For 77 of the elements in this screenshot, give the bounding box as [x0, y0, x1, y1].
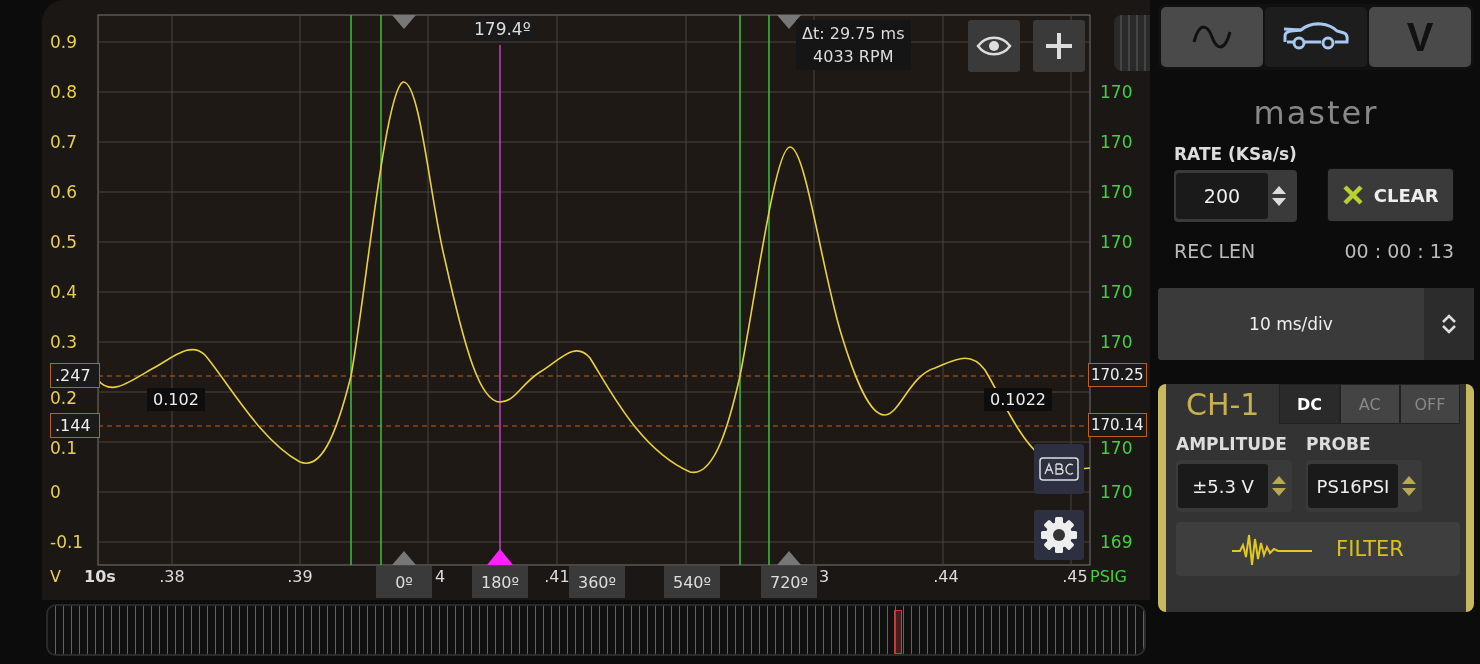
axis-tick-label: 0.1 [50, 438, 79, 458]
rec-len-value: 00 : 00 : 13 [1344, 240, 1454, 262]
axis-tick-label: 170 [1100, 332, 1133, 352]
amplitude-field[interactable]: ±5.3 V [1176, 460, 1292, 512]
drawer-handle[interactable] [1114, 15, 1150, 71]
axis-tick-label: .44 [932, 567, 960, 586]
marker-triangle[interactable] [777, 551, 801, 565]
phase-marker-label[interactable]: 180º [472, 566, 528, 598]
phase-marker-label[interactable]: 540º [664, 566, 720, 598]
axis-tick-label: 170 [1100, 132, 1133, 152]
marker-triangle[interactable] [392, 15, 416, 29]
level-tag[interactable]: 170.14 [1088, 413, 1147, 437]
channel-name: CH-1 [1185, 386, 1260, 422]
clear-button[interactable]: CLEAR [1326, 168, 1454, 222]
axis-tick-label: 0.5 [50, 232, 79, 252]
axis-unit-label: PSIG [1090, 567, 1127, 586]
axis-tick-label: 0.2 [50, 388, 79, 408]
label-button[interactable] [1034, 444, 1084, 494]
spinner-arrows-icon [1442, 313, 1456, 335]
phase-marker-triangle[interactable] [487, 549, 513, 565]
phase-marker-label[interactable]: 720º [761, 566, 817, 598]
axis-tick-label: 170 [1100, 438, 1133, 458]
axis-tick-label: 0.6 [50, 182, 79, 202]
eye-icon [976, 35, 1012, 57]
add-button[interactable] [1033, 20, 1085, 72]
marker-triangle[interactable] [392, 551, 416, 565]
overview-waveform[interactable] [46, 604, 1146, 656]
filter-button[interactable]: FILTER [1176, 522, 1460, 576]
level-tag[interactable]: .247 [50, 363, 100, 388]
axis-tick-label: .38 [158, 567, 186, 586]
axis-tick-label: 0 [50, 482, 62, 502]
axis-tick-label: 170 [1100, 82, 1133, 102]
mode-tab[interactable] [1265, 7, 1367, 67]
delta-time-text: Δt: 29.75 ms [802, 23, 905, 45]
amplitude-label: AMPLITUDE [1176, 434, 1288, 454]
close-icon [1341, 184, 1364, 206]
value-label: 0.102 [147, 388, 205, 411]
rec-len-label: REC LEN [1174, 240, 1256, 262]
axis-tick-label: 169 [1100, 532, 1133, 552]
axis-tick-label: 170 [1100, 282, 1133, 302]
axis-tick-label: .41 [543, 567, 571, 586]
rpm-text: 4033 RPM [813, 46, 894, 68]
coupling-tab[interactable]: DC [1279, 384, 1340, 424]
axis-tick-label: -0.1 [50, 532, 85, 552]
axis-unit-label: V [50, 567, 61, 586]
axis-tick-label: 0.3 [50, 332, 79, 352]
probe-label: PROBE [1306, 434, 1372, 454]
axis-tick-label: 170 [1100, 232, 1133, 252]
axis-tick-label: 4 [433, 567, 447, 586]
settings-button[interactable] [1034, 510, 1084, 560]
axis-tick-label: 0.7 [50, 132, 79, 152]
text-label-icon [1039, 457, 1079, 481]
plus-icon [1044, 31, 1074, 61]
level-tag[interactable]: 170.25 [1088, 363, 1147, 387]
axis-tick-label: .39 [286, 567, 314, 586]
probe-field[interactable]: PS16PSI [1306, 460, 1422, 512]
settings-icon [1039, 515, 1079, 555]
axis-tick-label: 3 [817, 567, 831, 586]
axis-tick-label: 170 [1100, 182, 1133, 202]
phase-marker-label[interactable]: 360º [569, 566, 625, 598]
value-label: 0.1022 [984, 388, 1052, 411]
time-span-label: 10s [84, 567, 116, 586]
axis-tick-label: 0.9 [50, 32, 79, 52]
marker-triangle[interactable] [777, 15, 801, 29]
panel-title: master [1252, 94, 1380, 132]
angle-readout: 179.4º [470, 17, 535, 41]
phase-marker-label[interactable]: 0º [376, 566, 432, 598]
axis-tick-label: 0.4 [50, 282, 79, 302]
rate-field[interactable]: 200 [1174, 170, 1297, 222]
timebase-select[interactable]: 10 ms/div [1158, 288, 1474, 360]
visibility-button[interactable] [968, 20, 1020, 72]
axis-tick-label: .45 [1061, 567, 1089, 586]
axis-tick-label: 170 [1100, 482, 1133, 502]
overview-window[interactable] [894, 610, 902, 654]
rate-label: RATE (KSa/s) [1174, 144, 1297, 164]
axis-tick-label: 0.8 [50, 82, 79, 102]
level-tag[interactable]: .144 [50, 413, 100, 438]
